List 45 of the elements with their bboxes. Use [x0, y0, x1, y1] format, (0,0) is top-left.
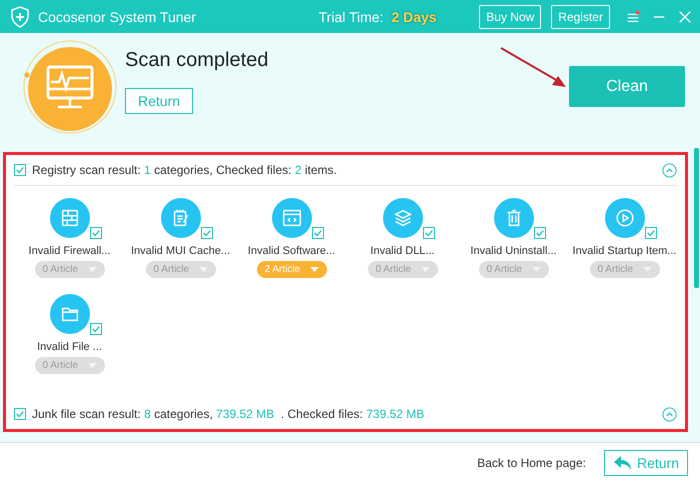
category-label: Invalid File ... — [37, 341, 102, 353]
collapse-icon[interactable] — [662, 162, 677, 178]
checkbox[interactable] — [14, 408, 26, 420]
caret-icon — [310, 267, 318, 272]
close-icon[interactable] — [678, 10, 692, 24]
article-dropdown[interactable]: 0 Article — [478, 261, 548, 278]
checkbox[interactable] — [422, 227, 434, 239]
category-label: Invalid Software... — [248, 245, 336, 257]
checkbox[interactable] — [90, 227, 102, 239]
trial-label: Trial Time: — [318, 8, 384, 24]
article-dropdown[interactable]: 2 Article — [256, 261, 326, 278]
article-dropdown[interactable]: 0 Article — [590, 261, 660, 278]
layers-icon — [392, 207, 414, 229]
scan-summary: Junk file scan result: 8 categories, 739.52 MB . Checked files: 739.52 MB — [32, 407, 424, 421]
clean-button[interactable]: Clean — [569, 66, 685, 107]
play-icon — [614, 207, 636, 229]
code-window-icon — [280, 207, 302, 229]
home-label: Back to Home page: — [477, 456, 586, 470]
checkbox[interactable] — [534, 227, 546, 239]
trial-value: 2 Days — [391, 8, 437, 24]
category-label: Invalid MUI Cache... — [130, 245, 230, 257]
checkbox[interactable] — [312, 227, 324, 239]
category-label: Invalid DLL... — [370, 245, 435, 257]
article-dropdown[interactable]: 0 Article — [34, 261, 104, 278]
article-dropdown[interactable]: 0 Article — [34, 357, 104, 374]
reply-arrow-icon — [612, 455, 633, 471]
category-label: Invalid Uninstall... — [470, 245, 557, 257]
article-dropdown[interactable]: 0 Article — [368, 261, 438, 278]
return-home-button[interactable]: Return — [604, 450, 688, 476]
category-label: Invalid Startup Item... — [572, 245, 676, 257]
menu-icon[interactable] — [626, 10, 640, 24]
app-title: Cocosenor System Tuner — [38, 8, 196, 24]
checkbox[interactable] — [644, 227, 656, 239]
checkbox[interactable] — [14, 164, 26, 176]
scan-summary: Registry scan result: 1 categories, Checked files: 2 items. — [32, 163, 337, 177]
collapse-icon[interactable] — [662, 406, 677, 422]
scrollbar[interactable] — [694, 148, 699, 288]
return-button[interactable]: Return — [125, 88, 194, 114]
article-dropdown[interactable]: 0 Article — [146, 261, 216, 278]
scan-status: Scan completed — [125, 49, 268, 72]
title-button[interactable]: Register — [551, 4, 610, 28]
category-label: Invalid Firewall... — [28, 245, 110, 257]
title-button[interactable]: Buy Now — [479, 4, 542, 28]
checkbox[interactable] — [200, 227, 212, 239]
checkbox[interactable] — [90, 323, 102, 335]
